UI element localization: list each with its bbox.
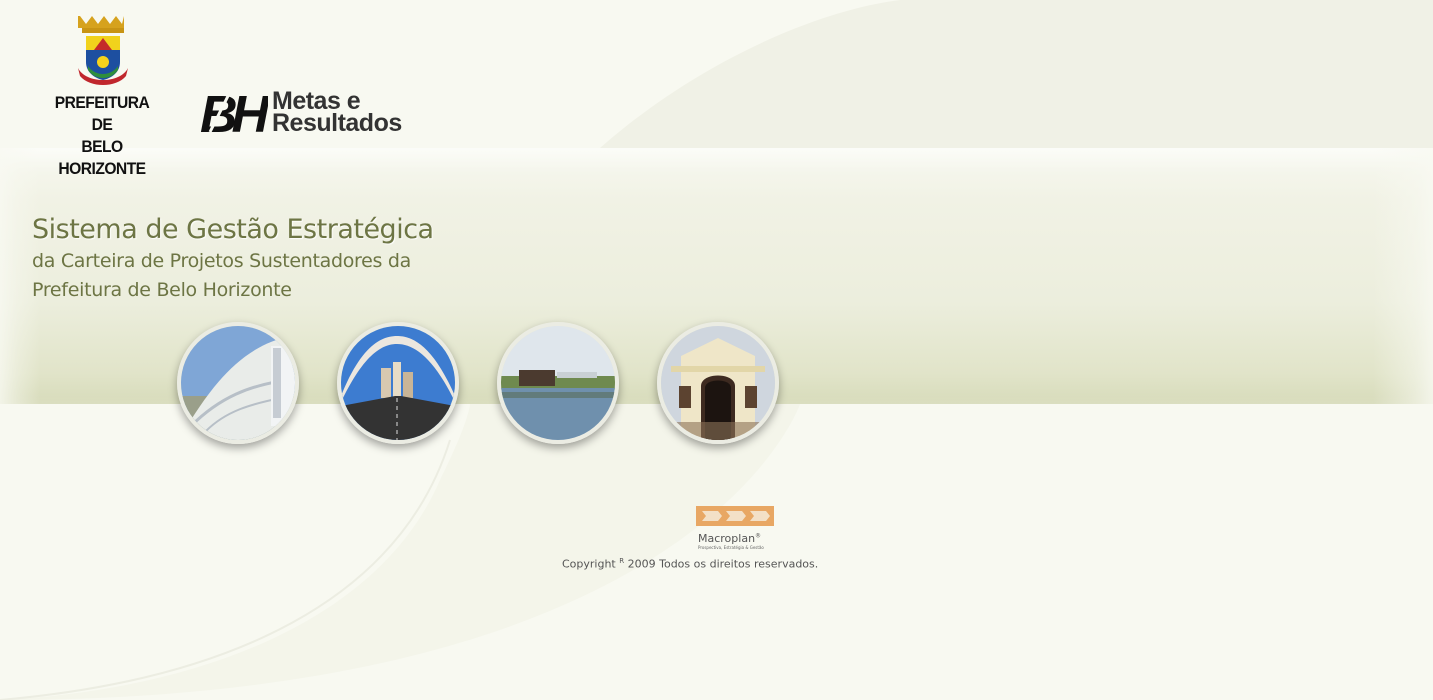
church-photo xyxy=(181,326,295,440)
bridge-photo xyxy=(341,326,455,440)
page-subtitle: da Carteira de Projetos Sustentadores da… xyxy=(32,247,434,305)
page-subtitle-line-2: Prefeitura de Belo Horizonte xyxy=(32,279,292,301)
macroplan-logo[interactable]: Macroplan® Prospectiva, Estratégia & Ges… xyxy=(696,506,776,550)
pbh-logo[interactable]: PREFEITURA DE BELO HORIZONTE xyxy=(38,14,166,180)
macroplan-mark-icon xyxy=(696,506,774,526)
pbh-logo-line-1: PREFEITURA DE xyxy=(54,93,150,134)
bh-metas-logo[interactable]: BH Metas e Resultados xyxy=(200,88,410,138)
pbh-logo-text: PREFEITURA DE BELO HORIZONTE xyxy=(43,92,161,180)
photo-church-link[interactable] xyxy=(177,322,299,444)
bh-metas-line-2: Resultados xyxy=(272,109,402,137)
building-photo xyxy=(661,326,775,440)
page-subtitle-line-1: da Carteira de Projetos Sustentadores da xyxy=(32,250,411,272)
band-fade-right xyxy=(1373,148,1433,404)
copyright-mark: R xyxy=(619,557,625,565)
macroplan-name: Macroplan® xyxy=(698,532,762,545)
photo-bridge-link[interactable] xyxy=(337,322,459,444)
page-title: Sistema de Gestão Estratégica xyxy=(32,214,434,245)
copyright-text: Copyright R 2009 Todos os direitos reser… xyxy=(562,557,819,571)
photo-building-link[interactable] xyxy=(657,322,779,444)
photo-lake-link[interactable] xyxy=(497,322,619,444)
bh-mark-icon: BH xyxy=(200,88,268,136)
lake-photo xyxy=(501,326,615,440)
macroplan-tagline: Prospectiva, Estratégia & Gestão xyxy=(698,545,764,550)
coat-of-arms-icon xyxy=(78,16,128,85)
pbh-logo-line-2: BELO HORIZONTE xyxy=(58,137,146,178)
page-heading: Sistema de Gestão Estratégica da Carteir… xyxy=(32,214,434,305)
